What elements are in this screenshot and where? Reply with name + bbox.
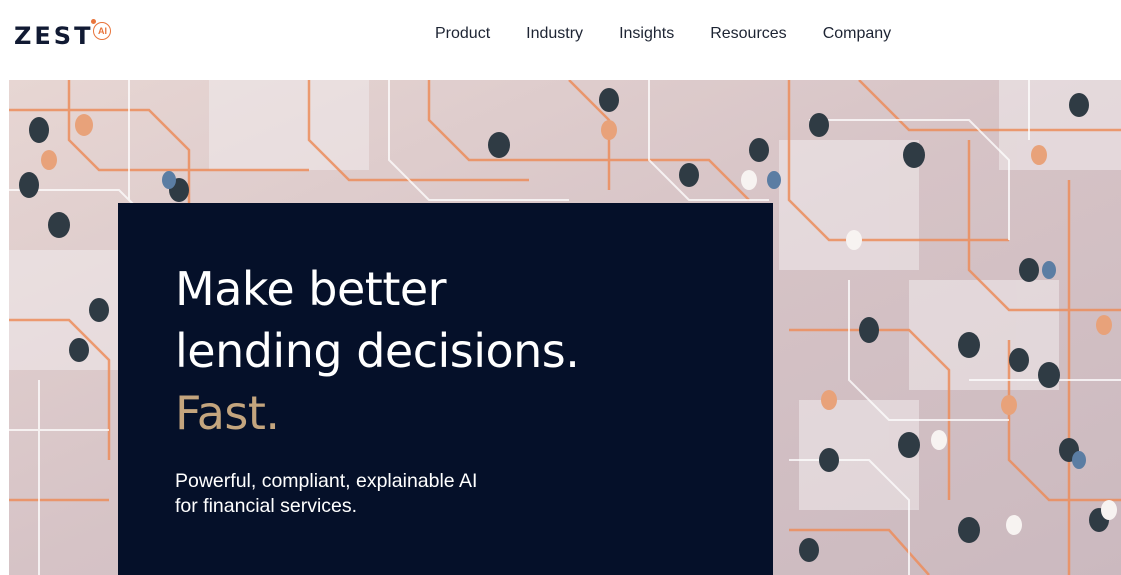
- logo-badge-dot: [91, 19, 97, 24]
- nav-item-company[interactable]: Company: [823, 24, 891, 44]
- hero-card: Make better lending decisions. Fast. Pow…: [118, 203, 773, 575]
- zest-ai-logo[interactable]: ZEST AI: [14, 16, 112, 50]
- nav-item-product[interactable]: Product: [435, 24, 490, 44]
- nav-item-industry[interactable]: Industry: [526, 24, 583, 44]
- hero-headline: Make better lending decisions. Fast.: [175, 258, 580, 444]
- subheadline-line-1: Powerful, compliant, explainable AI: [175, 470, 478, 492]
- hero-subheadline: Powerful, compliant, explainable AI for …: [175, 469, 535, 519]
- nav-item-insights[interactable]: Insights: [619, 24, 674, 44]
- headline-accent: Fast.: [175, 386, 280, 440]
- headline-line-1: Make better: [175, 262, 447, 316]
- main-nav: Product Industry Insights Resources Comp…: [435, 24, 927, 44]
- logo-badge-text: AI: [97, 25, 107, 36]
- logo-ai-badge: AI: [91, 19, 112, 40]
- logo-wordmark: ZEST: [14, 22, 94, 50]
- headline-line-2: lending decisions.: [175, 324, 580, 378]
- nav-item-resources[interactable]: Resources: [710, 24, 786, 44]
- hero-section: Make better lending decisions. Fast. Pow…: [9, 80, 1121, 575]
- site-header: ZEST AI Product Industry Insights Resour…: [0, 0, 1121, 80]
- subheadline-line-2: for financial services.: [175, 495, 358, 517]
